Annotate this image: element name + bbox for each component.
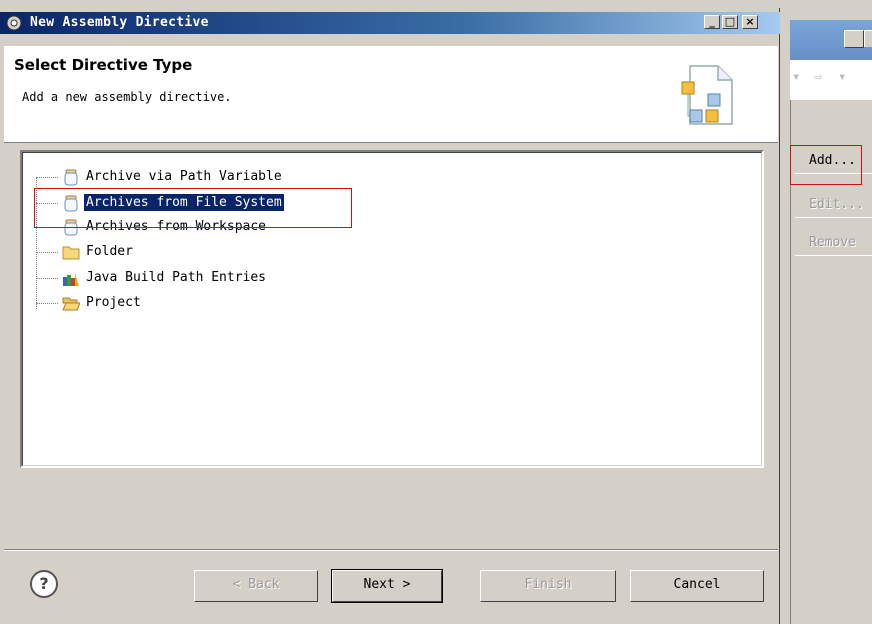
open-folder-icon: [62, 297, 80, 311]
wizard-header: Select Directive Type Add a new assembly…: [4, 46, 778, 143]
edit-button[interactable]: Edit...: [795, 192, 872, 218]
back-button[interactable]: < Back: [194, 570, 318, 602]
selection-highlight-box: [34, 188, 352, 228]
finish-button[interactable]: Finish: [480, 570, 616, 602]
cancel-button[interactable]: Cancel: [630, 570, 764, 602]
tree-item-label: Archive via Path Variable: [86, 169, 282, 184]
forward-arrow-icon[interactable]: ⇨: [814, 69, 822, 85]
page-description: Add a new assembly directive.: [22, 90, 232, 104]
tree-item-label: Folder: [86, 244, 133, 259]
add-button-highlight: [790, 145, 862, 185]
background-nav-bar: ▾ ⇨ ▾: [790, 60, 872, 100]
remove-button[interactable]: Remove: [795, 230, 872, 256]
library-icon: [63, 273, 79, 286]
folder-icon: [62, 246, 80, 260]
eclipse-gear-icon: [6, 15, 22, 31]
assembly-wizard-icon: [681, 65, 733, 125]
button-bar-separator: [4, 549, 778, 551]
background-window-titlebar: [790, 20, 872, 60]
minimize-button[interactable]: _: [704, 15, 720, 29]
tree-item-label: Java Build Path Entries: [86, 270, 267, 285]
tree-item-label: Project: [86, 295, 141, 310]
dropdown-arrow-icon[interactable]: ▾: [792, 69, 800, 85]
dialog-titlebar: New Assembly Directive _ □ ×: [0, 12, 780, 34]
background-window: ▾ ⇨ ▾ Add... Edit... Remove: [784, 0, 872, 624]
maximize-icon[interactable]: [864, 30, 872, 47]
page-title: Select Directive Type: [14, 56, 193, 74]
jar-icon: [64, 169, 78, 186]
maximize-button[interactable]: □: [722, 15, 738, 29]
dropdown-arrow-icon[interactable]: ▾: [838, 69, 846, 85]
help-icon[interactable]: ?: [30, 570, 58, 598]
next-button[interactable]: Next >: [331, 569, 443, 603]
dialog-title: New Assembly Directive: [30, 15, 209, 30]
minimize-icon[interactable]: [844, 30, 864, 48]
close-button[interactable]: ×: [742, 15, 758, 29]
